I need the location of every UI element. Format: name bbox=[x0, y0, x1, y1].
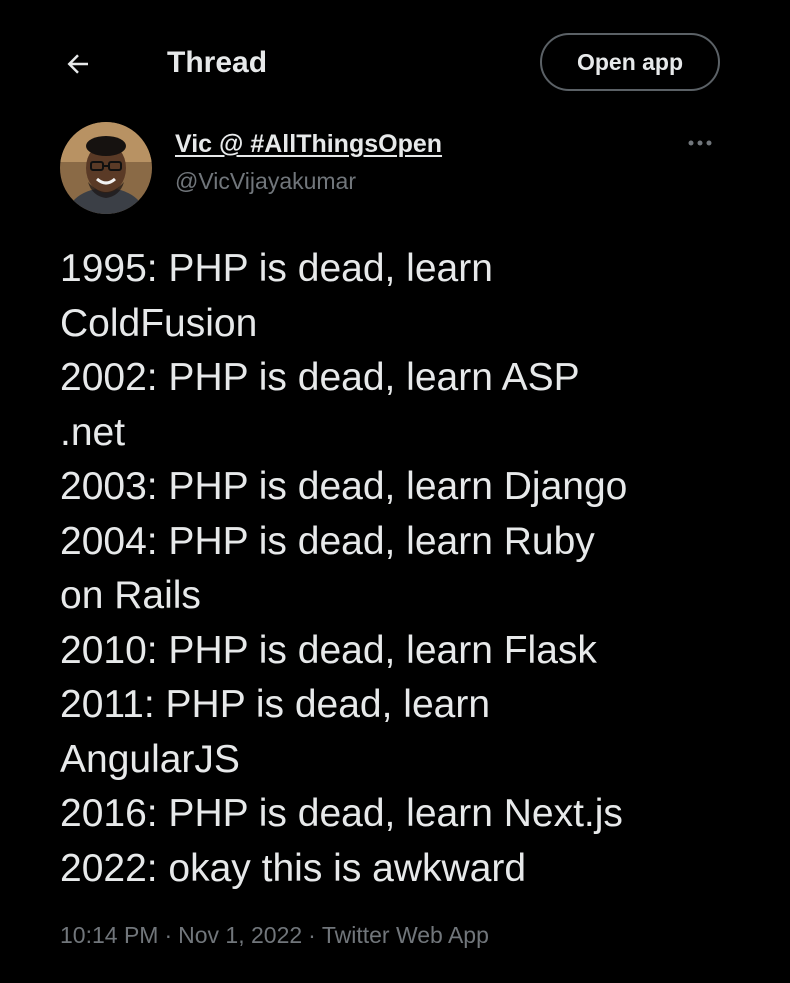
tweet-line: 2003: PHP is dead, learn Django bbox=[60, 465, 628, 508]
tweet-line: 2004: PHP is dead, learn Ruby bbox=[60, 519, 595, 563]
tweet-date[interactable]: Nov 1, 2022 bbox=[178, 922, 302, 948]
tweet-author: Vic @ #AllThingsOpen @VicVijayakumar bbox=[60, 118, 730, 218]
tweet-line: 1995: PHP is dead, learn bbox=[60, 247, 493, 290]
tweet-time[interactable]: 10:14 PM bbox=[60, 922, 158, 948]
tweet-line: 2022: okay this is awkward bbox=[60, 846, 527, 890]
top-bar: Thread Open app bbox=[0, 0, 790, 120]
more-options-button[interactable] bbox=[680, 128, 720, 158]
page-title: Thread bbox=[167, 46, 268, 79]
tweet-line: 2010: PHP is dead, learn Flask bbox=[60, 628, 597, 672]
avatar-photo bbox=[60, 122, 152, 214]
tweet-line: on Rails bbox=[60, 574, 201, 617]
back-button[interactable] bbox=[58, 44, 98, 84]
open-app-button[interactable]: Open app bbox=[540, 33, 720, 91]
more-horizontal-icon bbox=[688, 140, 712, 146]
arrow-left-icon bbox=[67, 54, 88, 74]
tweet-line: AngularJS bbox=[60, 737, 240, 781]
tweet-line: ColdFusion bbox=[60, 301, 258, 345]
meta-separator: · bbox=[308, 922, 316, 948]
tweet-text: 1995: PHP is dead, learn ColdFusion 2002… bbox=[60, 242, 720, 896]
tweet-line: 2002: PHP is dead, learn ASP bbox=[60, 356, 580, 399]
tweet-metadata: 10:14 PM · Nov 1, 2022 · Twitter Web App bbox=[60, 922, 489, 949]
tweet-line: 2011: PHP is dead, learn bbox=[60, 683, 491, 726]
tweet-line: .net bbox=[60, 410, 126, 454]
author-display-name[interactable]: Vic @ #AllThingsOpen bbox=[175, 130, 442, 159]
tweet-line: 2016: PHP is dead, learn Next.js bbox=[60, 792, 623, 835]
author-handle[interactable]: @VicVijayakumar bbox=[175, 168, 356, 195]
avatar[interactable] bbox=[60, 122, 152, 214]
meta-separator: · bbox=[164, 922, 173, 948]
tweet-source: Twitter Web App bbox=[321, 922, 489, 948]
